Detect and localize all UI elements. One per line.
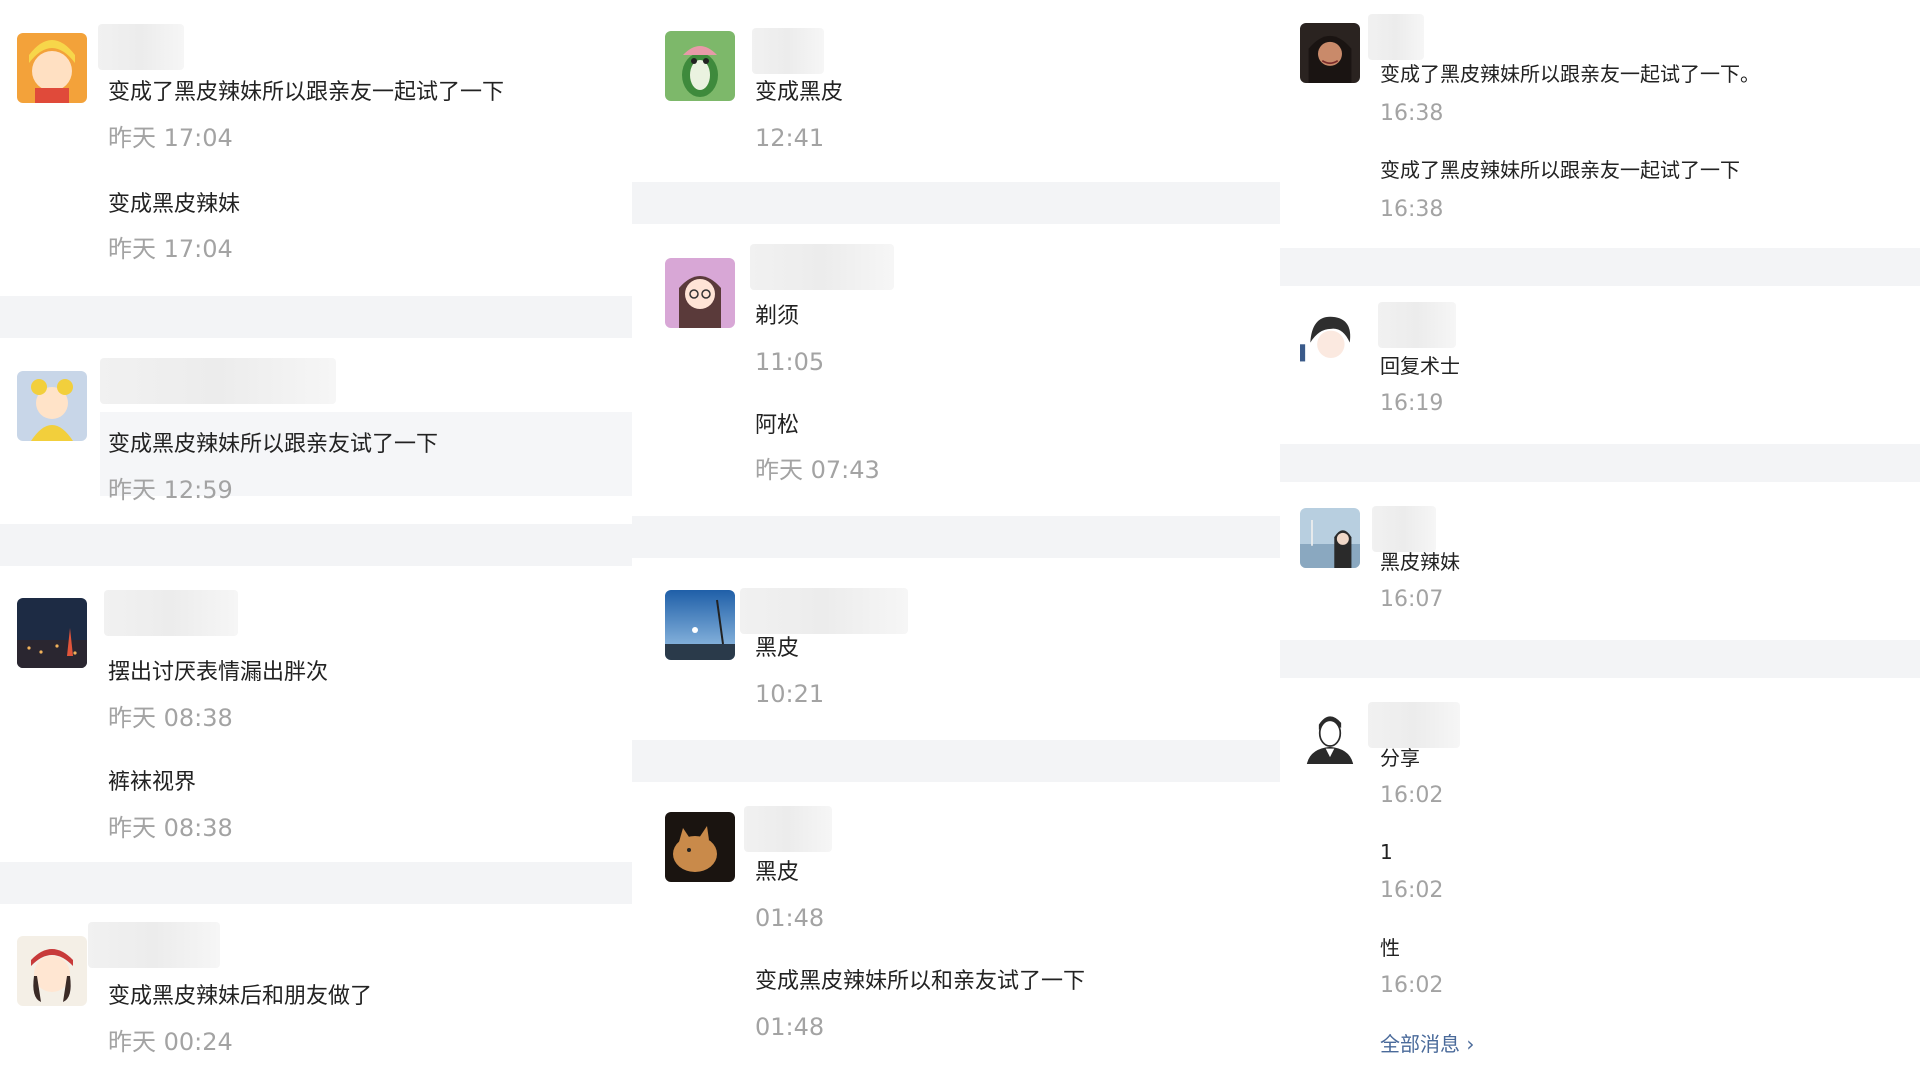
message-time: 16:02 <box>1380 973 1444 998</box>
message-text: 性 <box>1380 936 1400 960</box>
message-text: 剃须 <box>755 304 800 329</box>
all-messages-link[interactable]: 全部消息 › <box>1380 1028 1474 1057</box>
message-time: 昨天 12:59 <box>108 476 233 504</box>
cat-dark-background-avatar[interactable] <box>665 812 735 882</box>
message-time: 16:38 <box>1380 101 1444 126</box>
message-text: 分享 <box>1380 746 1420 770</box>
message-time: 昨天 17:04 <box>108 124 233 152</box>
conversation-card[interactable]: 变成黑皮辣妹后和朋友做了 昨天 00:24 <box>0 904 632 1080</box>
message-text: 变成黑皮 <box>755 80 844 105</box>
username-placeholder <box>1372 506 1436 552</box>
message-time: 昨天 07:43 <box>755 456 880 484</box>
username-placeholder <box>1368 14 1424 60</box>
conversation-card[interactable]: 黑皮辣妹 16:07 <box>1280 482 1920 640</box>
message-time: 16:07 <box>1380 587 1444 612</box>
message-time: 16:19 <box>1380 391 1444 416</box>
message-text: 变成了黑皮辣妹所以跟亲友一起试了一下 <box>1380 158 1740 182</box>
message-text: 裤袜视界 <box>108 770 197 795</box>
message-column-2: 变成黑皮 12:41 剃须 11:05 阿松 昨天 07:43 黑皮 10:21 <box>632 0 1280 1080</box>
message-time: 01:48 <box>755 904 825 932</box>
username-placeholder <box>104 590 238 636</box>
message-column-1: 变成了黑皮辣妹所以跟亲友一起试了一下 昨天 17:04 变成黑皮辣妹 昨天 17… <box>0 0 632 1080</box>
username-placeholder <box>100 358 336 404</box>
message-text: 黑皮辣妹 <box>1380 550 1460 574</box>
message-text: 黑皮 <box>755 860 800 885</box>
conversation-card[interactable]: 回复术士 16:19 <box>1280 286 1920 444</box>
conversation-card[interactable]: 分享 16:02 1 16:02 性 16:02 全部消息 › <box>1280 678 1920 1080</box>
conversation-card[interactable]: 变成黑皮 12:41 <box>632 0 1280 182</box>
username-placeholder <box>1368 702 1460 748</box>
username-placeholder <box>88 922 220 968</box>
message-time: 16:02 <box>1380 783 1444 808</box>
message-time: 昨天 08:38 <box>108 704 233 732</box>
message-text: 阿松 <box>755 413 800 438</box>
username-placeholder <box>744 806 832 852</box>
message-time: 16:02 <box>1380 878 1444 903</box>
message-time: 01:48 <box>755 1013 825 1041</box>
card-divider <box>632 182 1280 224</box>
girl-seaside-avatar[interactable] <box>1300 508 1360 568</box>
message-text: 变成黑皮辣妹所以和亲友试了一下 <box>755 969 1086 994</box>
message-text: 变成了黑皮辣妹所以跟亲友一起试了一下 <box>108 80 505 105</box>
message-grid: 变成了黑皮辣妹所以跟亲友一起试了一下 昨天 17:04 变成黑皮辣妹 昨天 17… <box>0 0 1920 1080</box>
message-text: 摆出讨厌表情漏出胖次 <box>108 660 329 685</box>
conversation-card[interactable]: 变成了黑皮辣妹所以跟亲友一起试了一下 昨天 17:04 变成黑皮辣妹 昨天 17… <box>0 0 632 296</box>
card-divider <box>632 740 1280 782</box>
yellow-costume-child-avatar[interactable] <box>17 371 87 441</box>
message-time: 昨天 17:04 <box>108 235 233 263</box>
man-line-art-avatar[interactable] <box>1300 704 1360 764</box>
message-time: 12:41 <box>755 124 825 152</box>
card-divider <box>632 516 1280 558</box>
anime-girl-cap-avatar[interactable] <box>17 936 87 1006</box>
message-time: 16:38 <box>1380 197 1444 222</box>
message-text: 回复术士 <box>1380 354 1460 378</box>
conversation-card[interactable]: 黑皮 10:21 <box>632 558 1280 740</box>
message-text: 变成黑皮辣妹 <box>108 192 241 217</box>
username-placeholder <box>98 24 184 70</box>
message-text: 变成黑皮辣妹所以跟亲友试了一下 <box>108 432 439 457</box>
card-divider <box>0 296 632 338</box>
conversation-card[interactable]: 变成了黑皮辣妹所以跟亲友一起试了一下。 16:38 变成了黑皮辣妹所以跟亲友一起… <box>1280 0 1920 248</box>
conversation-card[interactable]: 摆出讨厌表情漏出胖次 昨天 08:38 裤袜视界 昨天 08:38 <box>0 566 632 862</box>
card-divider <box>0 524 632 566</box>
conversation-card[interactable]: 剃须 11:05 阿松 昨天 07:43 <box>632 224 1280 516</box>
card-divider <box>1280 640 1920 678</box>
message-text: 黑皮 <box>755 636 800 661</box>
message-column-3: 变成了黑皮辣妹所以跟亲友一起试了一下。 16:38 变成了黑皮辣妹所以跟亲友一起… <box>1280 0 1920 1080</box>
message-time: 10:21 <box>755 680 825 708</box>
username-placeholder <box>1378 302 1456 348</box>
message-text: 变成黑皮辣妹后和朋友做了 <box>108 984 373 1009</box>
anime-boy-sketch-avatar[interactable] <box>1300 310 1360 370</box>
conversation-card[interactable]: 变成黑皮辣妹所以跟亲友试了一下 昨天 12:59 <box>0 338 632 524</box>
username-placeholder <box>752 28 824 74</box>
message-time: 11:05 <box>755 348 825 376</box>
woman-portrait-avatar[interactable] <box>1300 23 1360 83</box>
card-divider <box>1280 444 1920 482</box>
conversation-card[interactable]: 黑皮 01:48 变成黑皮辣妹所以和亲友试了一下 01:48 <box>632 782 1280 1080</box>
username-placeholder <box>750 244 894 290</box>
card-divider <box>1280 248 1920 286</box>
username-placeholder <box>740 588 908 634</box>
message-text: 1 <box>1380 840 1393 864</box>
blue-sky-lamp-avatar[interactable] <box>665 590 735 660</box>
penguin-pink-hat-avatar[interactable] <box>665 31 735 101</box>
message-time: 昨天 00:24 <box>108 1028 233 1056</box>
cartoon-blonde-girl-avatar[interactable] <box>17 33 87 103</box>
message-text: 变成了黑皮辣妹所以跟亲友一起试了一下。 <box>1380 62 1760 86</box>
anime-girl-glasses-avatar[interactable] <box>665 258 735 328</box>
city-night-tower-avatar[interactable] <box>17 598 87 668</box>
message-time: 昨天 08:38 <box>108 814 233 842</box>
card-divider <box>0 862 632 904</box>
